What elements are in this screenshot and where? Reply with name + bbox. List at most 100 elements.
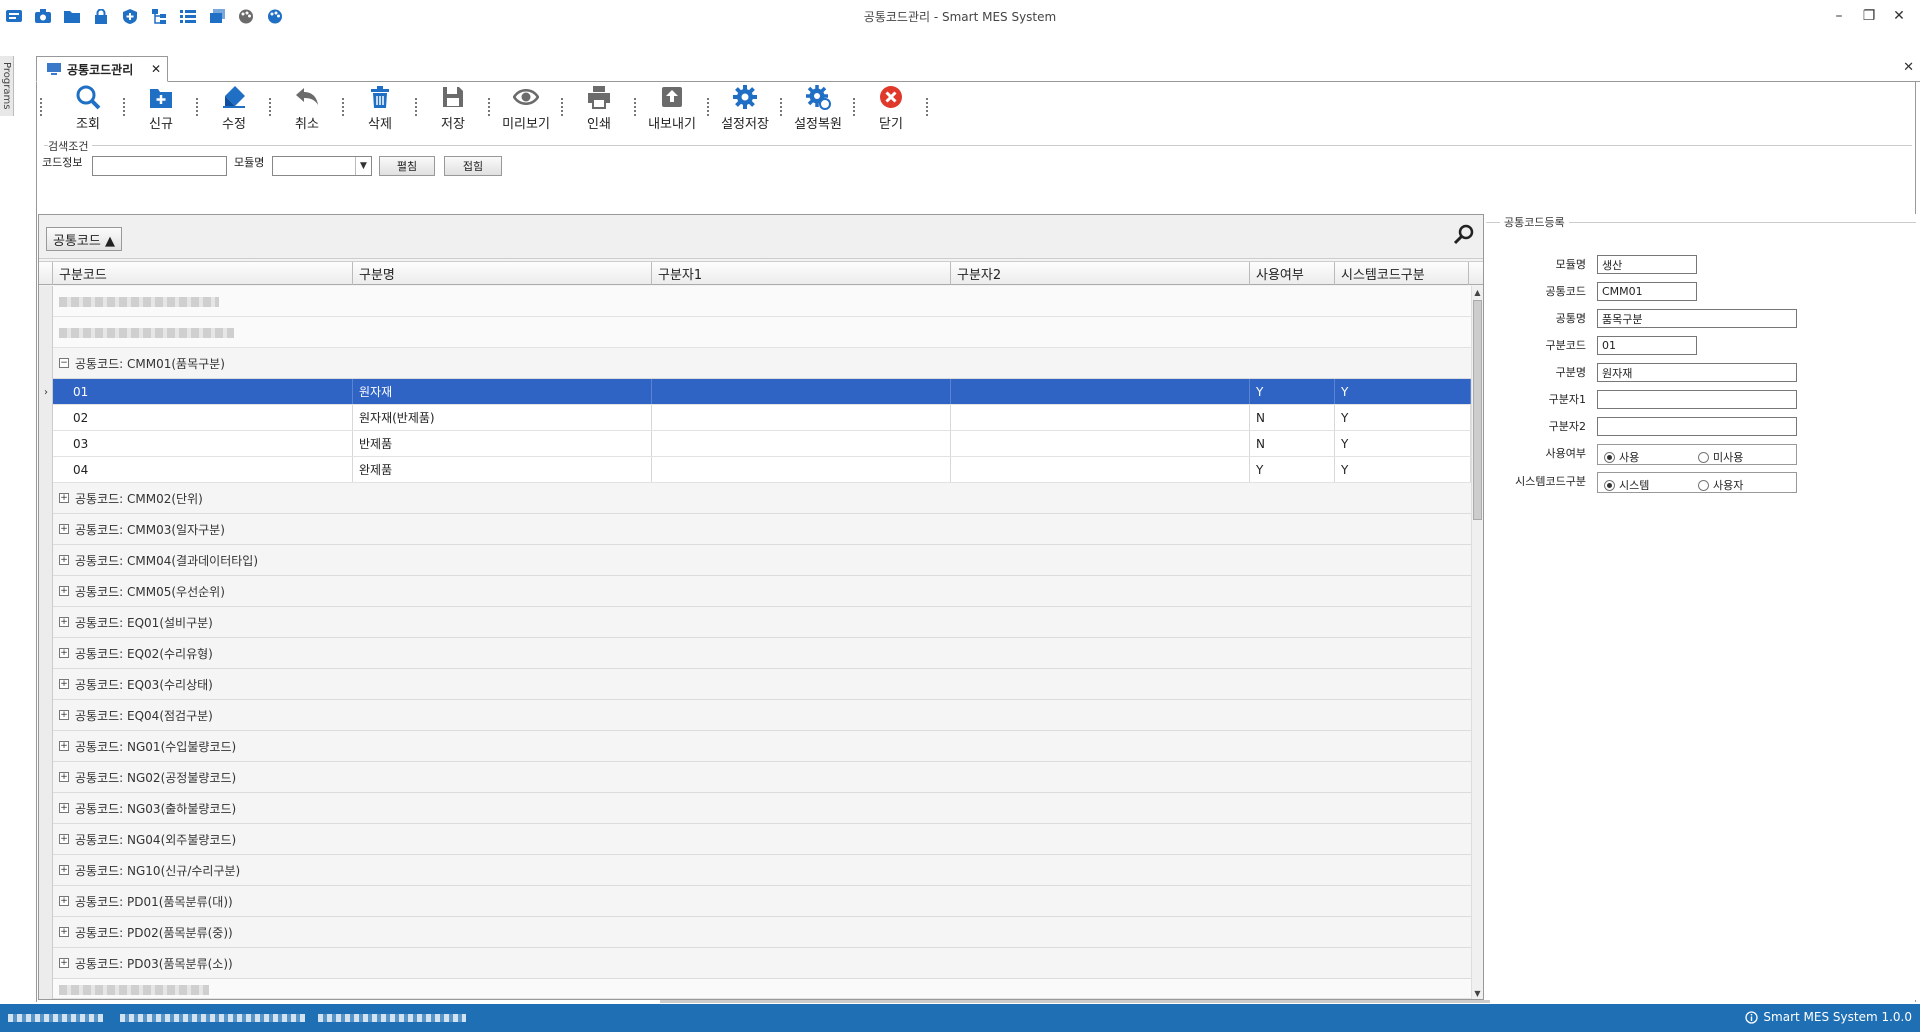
cell-name[interactable]: 완제품 bbox=[353, 457, 652, 482]
save-settings-button[interactable]: 설정저장 bbox=[718, 84, 772, 132]
group-row[interactable]: + 공통코드: NG04(외주불량코드) bbox=[53, 824, 1471, 855]
expand-icon[interactable]: + bbox=[59, 741, 69, 751]
group-row[interactable]: + 공통코드: EQ03(수리상태) bbox=[53, 669, 1471, 700]
cell-sep1[interactable] bbox=[652, 405, 951, 430]
print-button[interactable]: 인쇄 bbox=[572, 84, 626, 132]
group-row[interactable]: + 공통코드: CMM03(일자구분) bbox=[53, 514, 1471, 545]
expand-icon[interactable]: + bbox=[59, 927, 69, 937]
reg-subcode-field[interactable]: 01 bbox=[1597, 336, 1697, 355]
group-row[interactable]: + 공통코드: CMM05(우선순위) bbox=[53, 576, 1471, 607]
col-header-system[interactable]: 시스템코드구분 bbox=[1335, 262, 1469, 285]
reg-sep1-field[interactable] bbox=[1597, 390, 1797, 409]
group-row[interactable]: + 공통코드: PD01(품목분류(대)) bbox=[53, 886, 1471, 917]
cell-sep1[interactable] bbox=[652, 457, 951, 482]
collapse-button[interactable]: 접힘 bbox=[444, 156, 502, 176]
programs-side-tab[interactable]: Programs bbox=[0, 56, 14, 116]
col-header-code[interactable]: 구분코드 bbox=[53, 262, 353, 285]
expand-icon[interactable]: + bbox=[59, 803, 69, 813]
reg-code-field[interactable]: CMM01 bbox=[1597, 282, 1697, 301]
group-row[interactable]: + 공통코드: NG10(신규/수리구분) bbox=[53, 855, 1471, 886]
chevron-down-icon[interactable]: ▼ bbox=[355, 157, 371, 175]
export-button[interactable]: 내보내기 bbox=[645, 84, 699, 132]
preview-button[interactable]: 미리보기 bbox=[499, 84, 553, 132]
reg-name-field[interactable]: 품목구분 bbox=[1597, 309, 1797, 328]
find-icon[interactable] bbox=[1453, 223, 1475, 245]
col-header-name[interactable]: 구분명 bbox=[353, 262, 652, 285]
expand-icon[interactable]: + bbox=[59, 834, 69, 844]
expand-icon[interactable]: + bbox=[59, 648, 69, 658]
group-row[interactable]: + 공통코드: PD02(품목분류(중)) bbox=[53, 917, 1471, 948]
close-all-icon[interactable]: ✕ bbox=[1903, 60, 1914, 75]
save-button[interactable]: 저장 bbox=[426, 84, 480, 132]
group-row[interactable]: + 공통코드: NG01(수입불량코드) bbox=[53, 731, 1471, 762]
use-no-radio[interactable]: 미사용 bbox=[1698, 449, 1743, 465]
expand-icon[interactable]: + bbox=[59, 896, 69, 906]
expand-icon[interactable]: + bbox=[59, 493, 69, 503]
group-row[interactable]: + 공통코드: PD03(품목분류(소)) bbox=[53, 948, 1471, 979]
edit-button[interactable]: 수정 bbox=[207, 84, 261, 132]
close-window-icon[interactable]: ✕ bbox=[1884, 4, 1914, 28]
sys-user-radio[interactable]: 사용자 bbox=[1698, 477, 1743, 493]
search-button[interactable]: 조회 bbox=[61, 84, 115, 132]
table-row[interactable]: 01 원자재 Y Y bbox=[53, 379, 1471, 405]
horizontal-scrollbar[interactable] bbox=[660, 1000, 1490, 1003]
cell-code[interactable]: 01 bbox=[53, 379, 353, 404]
table-row[interactable]: 03 반제품 N Y bbox=[53, 431, 1471, 457]
expand-icon[interactable]: + bbox=[59, 865, 69, 875]
scroll-thumb[interactable] bbox=[1473, 300, 1482, 520]
expand-icon[interactable]: + bbox=[59, 710, 69, 720]
cancel-button[interactable]: 취소 bbox=[280, 84, 334, 132]
cell-code[interactable]: 04 bbox=[53, 457, 353, 482]
col-header-use[interactable]: 사용여부 bbox=[1250, 262, 1335, 285]
group-row[interactable]: + 공통코드: NG02(공정불량코드) bbox=[53, 762, 1471, 793]
reg-subname-field[interactable]: 원자재 bbox=[1597, 363, 1797, 382]
expand-icon[interactable]: + bbox=[59, 586, 69, 596]
obscured-group-row[interactable] bbox=[53, 286, 1471, 317]
reg-module-field[interactable]: 생산 bbox=[1597, 255, 1697, 274]
tab-close-icon[interactable]: ✕ bbox=[151, 62, 161, 76]
tab-common-code[interactable]: 공통코드관리 ✕ bbox=[36, 56, 168, 82]
cell-name[interactable]: 반제품 bbox=[353, 431, 652, 456]
cell-name[interactable]: 원자재(반제품) bbox=[353, 405, 652, 430]
group-chip-common-code[interactable]: 공통코드 ▲ bbox=[46, 227, 122, 251]
expand-icon[interactable]: + bbox=[59, 958, 69, 968]
cell-code[interactable]: 03 bbox=[53, 431, 353, 456]
reg-sep2-field[interactable] bbox=[1597, 417, 1797, 436]
new-button[interactable]: 신규 bbox=[134, 84, 188, 132]
cell-sep2[interactable] bbox=[951, 379, 1250, 404]
cell-sep1[interactable] bbox=[652, 379, 951, 404]
collapse-icon[interactable]: − bbox=[59, 358, 69, 368]
cell-use[interactable]: Y bbox=[1250, 379, 1335, 404]
code-info-input[interactable] bbox=[92, 156, 227, 176]
col-header-sep1[interactable]: 구분자1 bbox=[652, 262, 951, 285]
cell-system[interactable]: Y bbox=[1335, 457, 1471, 482]
restore-settings-button[interactable]: 설정복원 bbox=[791, 84, 845, 132]
cell-use[interactable]: N bbox=[1250, 405, 1335, 430]
group-row-cmm01[interactable]: − 공통코드: CMM01(품목구분) bbox=[53, 348, 1471, 379]
group-row[interactable]: + 공통코드: NG03(출하불량코드) bbox=[53, 793, 1471, 824]
expand-button[interactable]: 펼침 bbox=[379, 156, 435, 176]
expand-icon[interactable]: + bbox=[59, 679, 69, 689]
toolbar-grip[interactable] bbox=[40, 98, 43, 116]
module-select[interactable]: ▼ bbox=[272, 156, 372, 176]
close-button[interactable]: 닫기 bbox=[864, 84, 918, 132]
cell-code[interactable]: 02 bbox=[53, 405, 353, 430]
expand-icon[interactable]: + bbox=[59, 524, 69, 534]
table-row[interactable]: 02 원자재(반제품) N Y bbox=[53, 405, 1471, 431]
obscured-group-row[interactable] bbox=[53, 979, 1471, 999]
sys-system-radio[interactable]: 시스템 bbox=[1604, 477, 1649, 493]
cell-sep2[interactable] bbox=[951, 405, 1250, 430]
cell-sep1[interactable] bbox=[652, 431, 951, 456]
expand-icon[interactable]: + bbox=[59, 772, 69, 782]
group-row[interactable]: + 공통코드: EQ02(수리유형) bbox=[53, 638, 1471, 669]
cell-use[interactable]: N bbox=[1250, 431, 1335, 456]
cell-system[interactable]: Y bbox=[1335, 431, 1471, 456]
scroll-up-icon[interactable]: ▲ bbox=[1472, 286, 1483, 298]
table-row[interactable]: 04 완제품 Y Y bbox=[53, 457, 1471, 483]
cell-use[interactable]: Y bbox=[1250, 457, 1335, 482]
group-row[interactable]: + 공통코드: CMM04(결과데이터타입) bbox=[53, 545, 1471, 576]
cell-sep2[interactable] bbox=[951, 457, 1250, 482]
minimize-icon[interactable]: – bbox=[1824, 4, 1854, 28]
use-yes-radio[interactable]: 사용 bbox=[1604, 449, 1639, 465]
cell-name[interactable]: 원자재 bbox=[353, 379, 652, 404]
